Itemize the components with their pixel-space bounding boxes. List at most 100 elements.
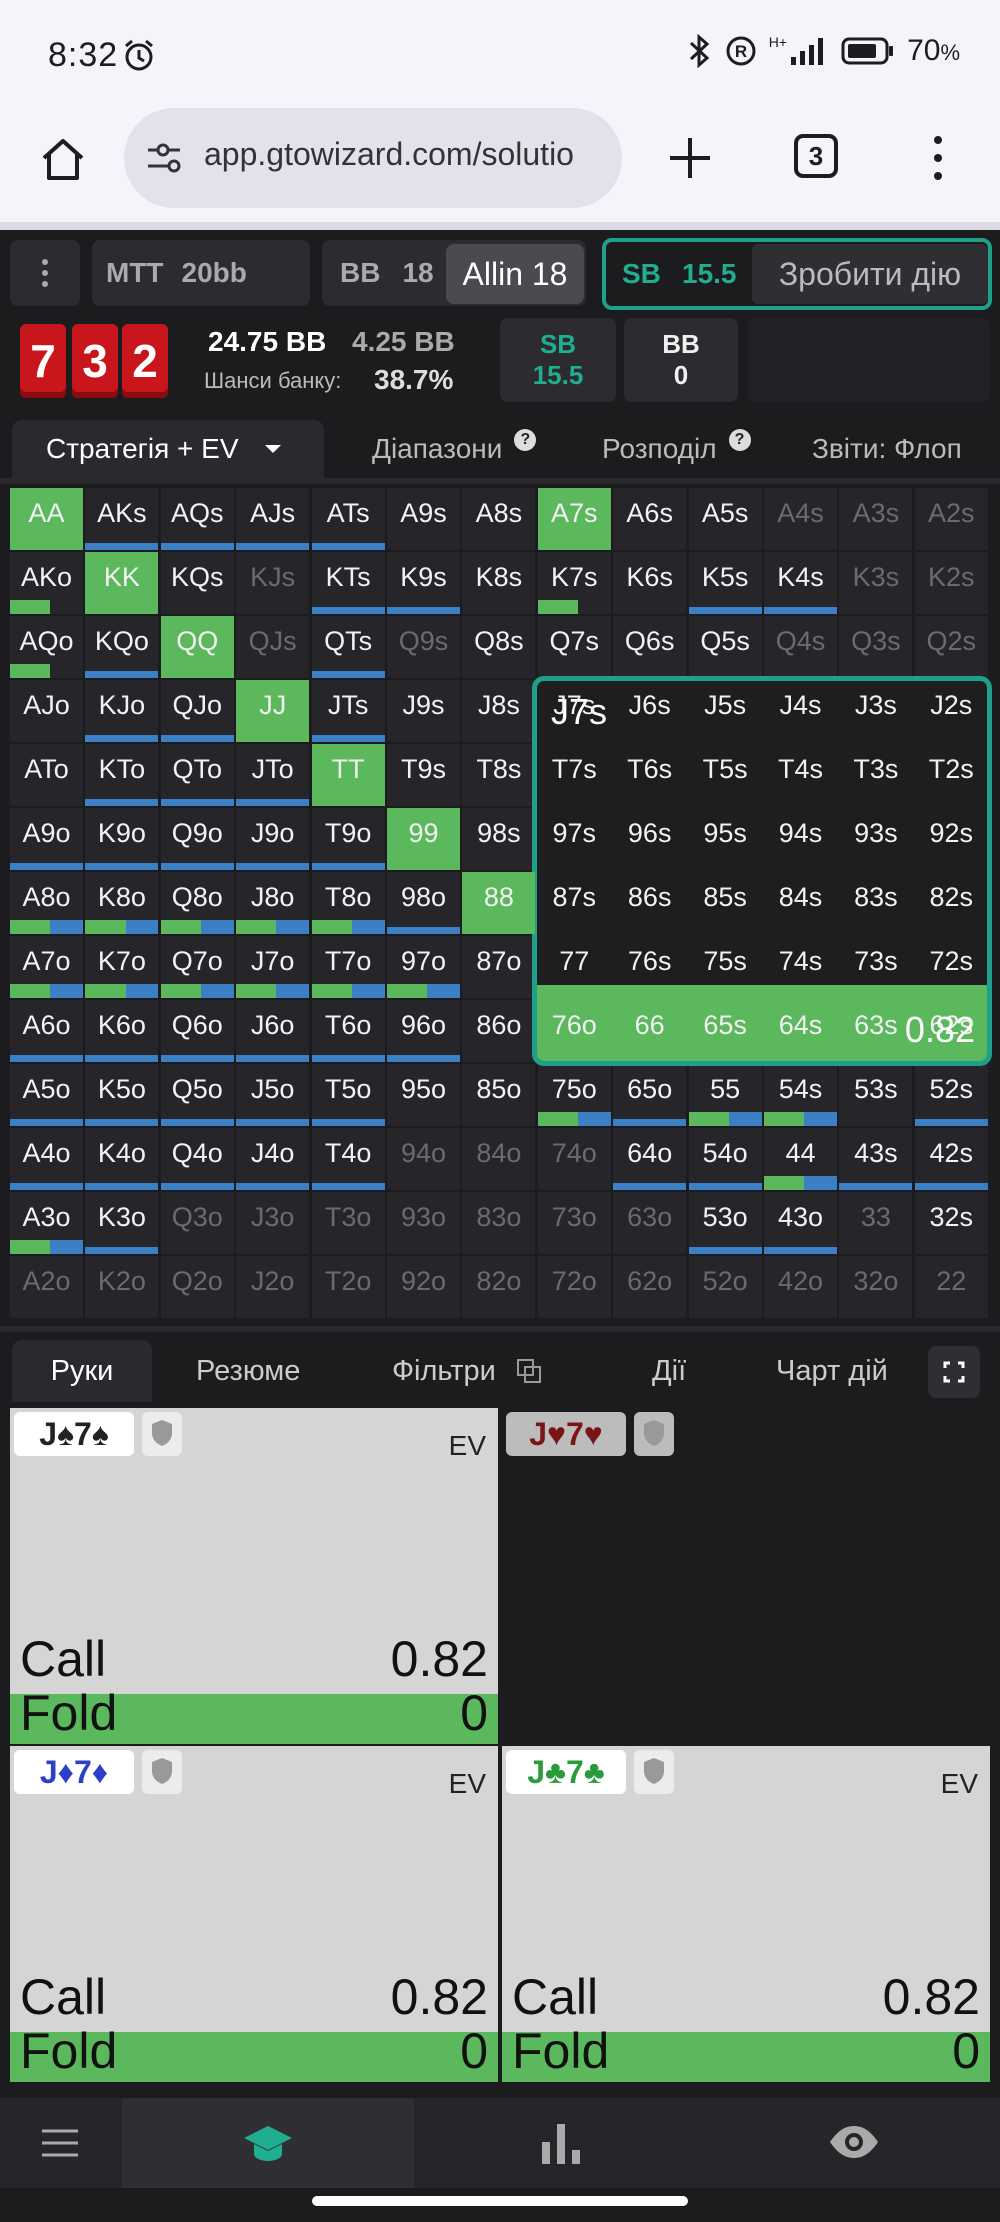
tab-switcher-button[interactable]: 3	[794, 134, 838, 178]
range-cell[interactable]: A2s	[914, 488, 988, 550]
range-cell[interactable]: A8o	[10, 872, 83, 934]
range-cell[interactable]: A5o	[10, 1064, 83, 1126]
range-cell[interactable]: J5o	[236, 1064, 310, 1126]
range-cell[interactable]: Q2s	[914, 616, 988, 678]
range-cell[interactable]: Q4o	[160, 1128, 234, 1190]
range-cell[interactable]: 42o	[764, 1256, 837, 1318]
range-cell[interactable]: J6o	[236, 1000, 310, 1062]
range-cell[interactable]: K9o	[85, 808, 159, 870]
gesture-bar[interactable]	[312, 2196, 688, 2206]
range-cell[interactable]: A6s	[613, 488, 687, 550]
range-cell[interactable]: K6o	[85, 1000, 159, 1062]
range-cell[interactable]: J2o	[236, 1256, 310, 1318]
range-cell[interactable]: J9o	[236, 808, 310, 870]
range-cell[interactable]: Q9s	[387, 616, 460, 678]
range-cell[interactable]: AA	[10, 488, 83, 550]
range-cell[interactable]: K3s	[839, 552, 913, 614]
range-cell[interactable]: Q4s	[764, 616, 837, 678]
range-cell[interactable]: 55	[688, 1064, 762, 1126]
range-cell[interactable]: 84o	[462, 1128, 536, 1190]
range-cell[interactable]: Q3o	[160, 1192, 234, 1254]
range-cell[interactable]: KJs	[236, 552, 310, 614]
range-cell[interactable]: 43s	[839, 1128, 913, 1190]
range-cell[interactable]: K7o	[85, 936, 159, 998]
range-cell[interactable]: 75o	[537, 1064, 611, 1126]
range-cell[interactable]: KTs	[311, 552, 385, 614]
range-cell[interactable]: 62o	[613, 1256, 687, 1318]
range-cell[interactable]: 99	[387, 808, 460, 870]
range-cell[interactable]: J8s	[462, 680, 536, 742]
range-cell[interactable]: T9s	[387, 744, 460, 806]
range-cell[interactable]: QTs	[311, 616, 385, 678]
range-cell[interactable]: QQ	[160, 616, 234, 678]
tab-filters[interactable]: Фільтри	[392, 1340, 542, 1402]
hand-combo-panel[interactable]: J♠7♠ EV Call 0.82 Fold 0	[10, 1408, 498, 1744]
range-cell[interactable]: K8s	[462, 552, 536, 614]
hand-combo-panel[interactable]: J♦7♦ EV Call 0.82 Fold 0	[10, 1746, 498, 2082]
range-cell[interactable]: 64o	[613, 1128, 687, 1190]
range-cell[interactable]: T6o	[311, 1000, 385, 1062]
range-cell[interactable]: A3s	[839, 488, 913, 550]
range-cell[interactable]: 22	[914, 1256, 988, 1318]
range-cell[interactable]: 53o	[688, 1192, 762, 1254]
range-cell[interactable]: 73o	[537, 1192, 611, 1254]
range-cell[interactable]: 42s	[914, 1128, 988, 1190]
tab-summary[interactable]: Резюме	[196, 1340, 300, 1402]
range-cell[interactable]: 63o	[613, 1192, 687, 1254]
range-cell[interactable]: 65o	[613, 1064, 687, 1126]
range-cell[interactable]: 32o	[839, 1256, 913, 1318]
range-cell[interactable]: A8s	[462, 488, 536, 550]
range-cell[interactable]: AJs	[236, 488, 310, 550]
range-cell[interactable]: Q3s	[839, 616, 913, 678]
range-cell[interactable]: A3o	[10, 1192, 83, 1254]
sb-action-chip[interactable]: SB 15.5 Зробити дію	[602, 238, 992, 310]
range-cell[interactable]: 44	[764, 1128, 837, 1190]
range-cell[interactable]: J7o	[236, 936, 310, 998]
range-cell[interactable]: T3o	[311, 1192, 385, 1254]
range-cell[interactable]: 85o	[462, 1064, 536, 1126]
url-field[interactable]: app.gtowizard.com/solutio	[124, 108, 622, 208]
range-cell[interactable]: A9o	[10, 808, 83, 870]
range-cell[interactable]: T7o	[311, 936, 385, 998]
help-icon[interactable]: ?	[728, 429, 751, 451]
range-cell[interactable]: 32s	[914, 1192, 988, 1254]
range-cell[interactable]: T4o	[311, 1128, 385, 1190]
range-cell[interactable]: KK	[85, 552, 159, 614]
range-cell[interactable]: A5s	[688, 488, 762, 550]
range-cell[interactable]: Q8s	[462, 616, 536, 678]
range-cell[interactable]: Q5s	[688, 616, 762, 678]
range-cell[interactable]: AKs	[85, 488, 159, 550]
tab-ranges[interactable]: Діапазони?	[372, 420, 537, 478]
range-cell[interactable]: K2o	[85, 1256, 159, 1318]
range-cell[interactable]: K5o	[85, 1064, 159, 1126]
home-icon[interactable]	[38, 134, 88, 184]
range-cell[interactable]: 86o	[462, 1000, 536, 1062]
range-cell[interactable]: K4o	[85, 1128, 159, 1190]
range-cell[interactable]: J3o	[236, 1192, 310, 1254]
range-cell[interactable]: 52s	[914, 1064, 988, 1126]
range-cell[interactable]: QTo	[160, 744, 234, 806]
range-cell[interactable]: K7s	[537, 552, 611, 614]
range-cell[interactable]: J8o	[236, 872, 310, 934]
range-cell[interactable]: 93o	[387, 1192, 460, 1254]
hand-combo-panel[interactable]: J♣7♣ EV Call 0.82 Fold 0	[502, 1746, 990, 2082]
range-cell[interactable]: KTo	[85, 744, 159, 806]
range-cell[interactable]: KQo	[85, 616, 159, 678]
range-cell[interactable]: T8s	[462, 744, 536, 806]
range-cell[interactable]: AQs	[160, 488, 234, 550]
range-cell[interactable]: 54s	[764, 1064, 837, 1126]
range-cell[interactable]: 74o	[537, 1128, 611, 1190]
range-cell[interactable]: A6o	[10, 1000, 83, 1062]
range-cell[interactable]: 83o	[462, 1192, 536, 1254]
range-cell[interactable]: 82o	[462, 1256, 536, 1318]
range-cell[interactable]: J4o	[236, 1128, 310, 1190]
range-cell[interactable]: K4s	[764, 552, 837, 614]
range-cell[interactable]: KQs	[160, 552, 234, 614]
browser-menu-icon[interactable]	[928, 130, 948, 186]
allin-action[interactable]: Allin 18	[446, 244, 584, 304]
eye-icon[interactable]	[828, 2124, 880, 2160]
range-cell[interactable]: 98o	[387, 872, 460, 934]
tab-strategy-ev[interactable]: Стратегія + EV	[12, 420, 324, 478]
range-cell[interactable]: 88	[462, 872, 536, 934]
range-cell[interactable]: T8o	[311, 872, 385, 934]
